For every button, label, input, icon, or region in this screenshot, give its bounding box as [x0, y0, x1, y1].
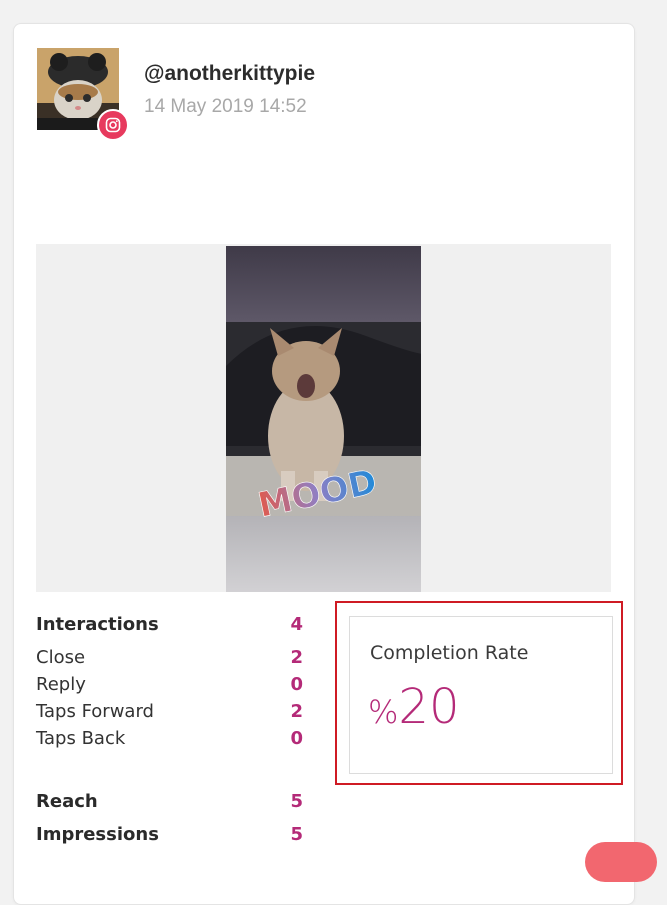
username[interactable]: @anotherkittypie: [144, 62, 315, 86]
stat-row-reply: Reply 0: [36, 674, 303, 695]
stat-value: 2: [290, 701, 303, 722]
story-post-card: @anotherkittypie 14 May 2019 14:52 MOOD …: [13, 23, 635, 905]
stat-row-taps-back: Taps Back 0: [36, 728, 303, 749]
stat-row-taps-forward: Taps Forward 2: [36, 701, 303, 722]
interactions-row: Interactions 4: [36, 614, 303, 635]
stat-label: Taps Forward: [36, 701, 154, 722]
completion-rate-title: Completion Rate: [370, 642, 529, 664]
stat-value: 0: [290, 728, 303, 749]
story-image[interactable]: MOOD: [226, 246, 421, 592]
interactions-value: 4: [290, 614, 303, 635]
stat-label: Reply: [36, 674, 86, 695]
reach-label: Reach: [36, 791, 98, 812]
stat-label: Taps Back: [36, 728, 126, 749]
interactions-label: Interactions: [36, 614, 159, 635]
percent-symbol: %: [368, 693, 399, 731]
stat-row-close: Close 2: [36, 647, 303, 668]
completion-rate-number: 20: [398, 679, 460, 735]
impressions-value: 5: [290, 824, 303, 845]
stat-value: 0: [290, 674, 303, 695]
completion-rate-card: Completion Rate % 20: [349, 616, 613, 774]
completion-rate-value: % 20: [368, 679, 459, 735]
stat-value: 2: [290, 647, 303, 668]
reach-row: Reach 5: [36, 791, 303, 812]
reach-value: 5: [290, 791, 303, 812]
completion-highlight: Completion Rate % 20: [335, 601, 623, 785]
floating-action-button[interactable]: [585, 842, 657, 882]
post-timestamp: 14 May 2019 14:52: [144, 96, 307, 117]
impressions-row: Impressions 5: [36, 824, 303, 845]
stat-label: Close: [36, 647, 86, 668]
impressions-label: Impressions: [36, 824, 159, 845]
story-media-area: MOOD: [36, 244, 611, 592]
instagram-icon: [97, 109, 129, 141]
